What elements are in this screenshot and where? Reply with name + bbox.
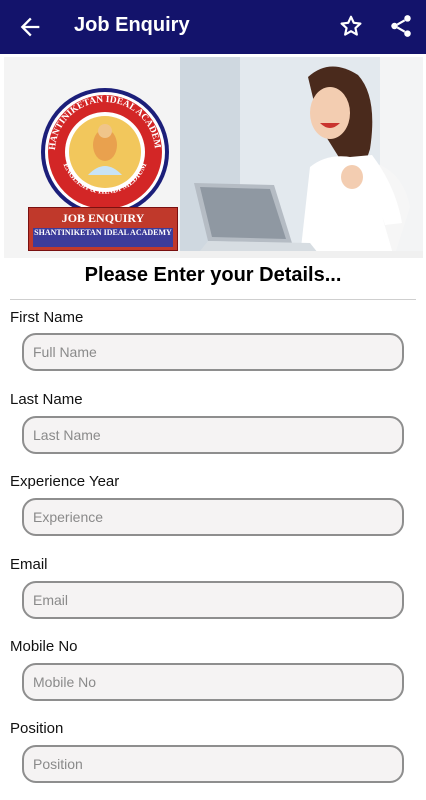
woman-with-laptop-illustration bbox=[180, 57, 423, 258]
form-heading: Please Enter your Details... bbox=[84, 264, 342, 286]
banner-photo bbox=[180, 57, 423, 258]
star-icon[interactable] bbox=[338, 13, 364, 39]
job-enquiry-label-box: JOB ENQUIRY SHANTINIKETAN IDEAL ACADEMY bbox=[28, 207, 178, 251]
arrow-left-icon[interactable] bbox=[16, 13, 44, 41]
last-name-input[interactable] bbox=[22, 416, 404, 454]
first-name-label: First Name bbox=[10, 309, 84, 326]
first-name-input[interactable] bbox=[22, 333, 404, 371]
experience-year-label: Experience Year bbox=[10, 473, 120, 490]
mobile-no-input[interactable] bbox=[22, 663, 404, 701]
position-label: Position bbox=[10, 720, 64, 737]
enquiry-title: JOB ENQUIRY bbox=[61, 211, 145, 225]
mobile-no-label: Mobile No bbox=[10, 638, 78, 655]
email-label: Email bbox=[10, 556, 48, 573]
app-bar: Job Enquiry bbox=[0, 0, 426, 54]
share-icon[interactable] bbox=[388, 13, 414, 39]
banner-image: SHANTINIKETAN IDEAL ACADEMY ENGLISH & HI… bbox=[4, 57, 423, 258]
last-name-label: Last Name bbox=[10, 391, 83, 408]
school-logo: SHANTINIKETAN IDEAL ACADEMY ENGLISH & HI… bbox=[38, 87, 169, 216]
enquiry-subtitle: SHANTINIKETAN IDEAL ACADEMY bbox=[33, 228, 173, 247]
divider bbox=[10, 299, 416, 300]
page-title: Job Enquiry bbox=[74, 14, 190, 36]
experience-input[interactable] bbox=[22, 498, 404, 536]
position-input[interactable] bbox=[22, 745, 404, 783]
email-input[interactable] bbox=[22, 581, 404, 619]
